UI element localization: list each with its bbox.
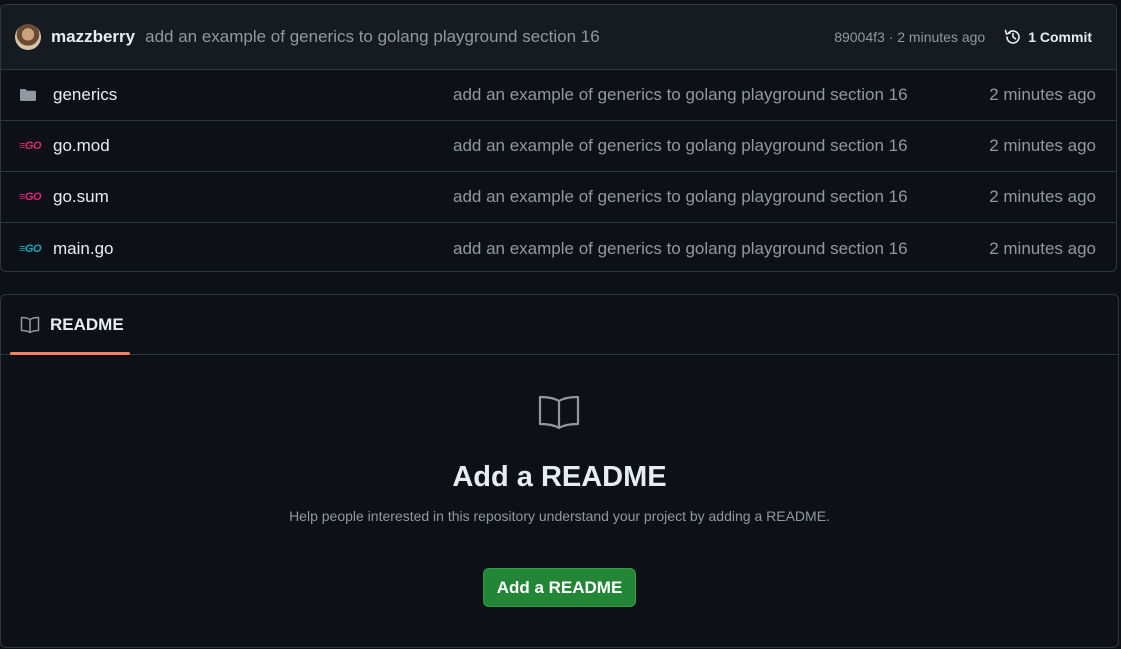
readme-subtext: Help people interested in this repositor…: [289, 508, 830, 524]
avatar[interactable]: [15, 24, 41, 50]
file-row[interactable]: ≡GO go.mod add an example of generics to…: [1, 121, 1116, 172]
go-mod-icon: ≡GO: [19, 191, 42, 203]
commit-author[interactable]: mazzberry: [51, 27, 135, 47]
file-age: 2 minutes ago: [989, 136, 1096, 155]
file-row[interactable]: generics add an example of generics to g…: [1, 70, 1116, 121]
file-commit-message[interactable]: add an example of generics to golang pla…: [453, 239, 976, 259]
readme-panel: README Add a README Help people interest…: [0, 294, 1119, 648]
tab-readme-label: README: [50, 314, 124, 334]
commit-message[interactable]: add an example of generics to golang pla…: [145, 27, 600, 47]
file-browser: mazzberry add an example of generics to …: [0, 4, 1117, 272]
commits-count-label: 1 Commit: [1028, 29, 1092, 45]
latest-commit-bar: mazzberry add an example of generics to …: [1, 5, 1116, 70]
book-icon: [20, 316, 40, 333]
add-readme-button[interactable]: Add a README: [483, 568, 636, 607]
tab-readme[interactable]: README: [10, 295, 130, 355]
file-name[interactable]: main.go: [53, 239, 453, 259]
file-name[interactable]: go.sum: [53, 187, 453, 207]
book-icon: [538, 395, 580, 430]
file-age: 2 minutes ago: [989, 187, 1096, 206]
file-age: 2 minutes ago: [989, 238, 1096, 258]
file-commit-message[interactable]: add an example of generics to golang pla…: [453, 136, 976, 156]
file-commit-message[interactable]: add an example of generics to golang pla…: [453, 85, 976, 105]
commits-history-button[interactable]: 1 Commit: [1003, 27, 1092, 47]
file-row[interactable]: ≡GO main.go add an example of generics t…: [1, 223, 1116, 271]
file-name[interactable]: go.mod: [53, 136, 453, 156]
readme-tab-bar: README: [1, 295, 1118, 355]
file-age: 2 minutes ago: [989, 85, 1096, 104]
folder-icon: [19, 87, 41, 103]
file-name[interactable]: generics: [53, 85, 453, 105]
go-mod-icon: ≡GO: [19, 140, 42, 152]
history-icon: [1004, 29, 1020, 44]
readme-heading: Add a README: [452, 461, 667, 493]
commit-sha-time[interactable]: 89004f3 · 2 minutes ago: [834, 29, 985, 45]
file-commit-message[interactable]: add an example of generics to golang pla…: [453, 187, 976, 207]
go-file-icon: ≡GO: [19, 242, 42, 255]
file-row[interactable]: ≡GO go.sum add an example of generics to…: [1, 172, 1116, 223]
